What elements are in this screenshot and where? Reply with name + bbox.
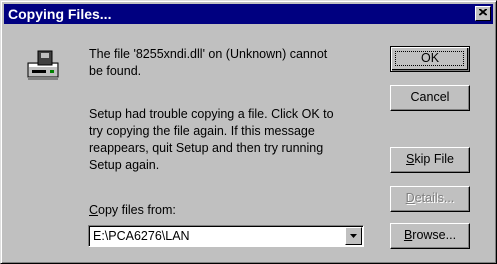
window-title: Copying Files... <box>8 6 112 22</box>
cancel-button[interactable]: Cancel <box>390 85 470 111</box>
title-bar: Copying Files... <box>4 4 493 24</box>
copy-files-from-value: E:\PCA6276\LAN <box>93 229 190 243</box>
browse-button[interactable]: Browse... <box>390 223 470 249</box>
ok-button[interactable]: OK <box>390 46 470 72</box>
skip-file-button[interactable]: Skip File <box>390 147 470 173</box>
instruction-message: Setup had trouble copying a file. Click … <box>89 107 334 172</box>
focus-rectangle <box>395 51 464 66</box>
close-icon <box>479 9 487 16</box>
dropdown-button[interactable] <box>345 227 362 245</box>
copying-files-dialog: Copying Files... The file '8255xndi.dll'… <box>0 0 497 264</box>
chevron-down-icon <box>350 234 357 238</box>
details-button: Details... <box>390 186 470 212</box>
copy-files-from-label: Copy files from: <box>89 203 176 217</box>
copy-files-from-combobox[interactable]: E:\PCA6276\LAN <box>88 225 364 247</box>
disk-drive-icon <box>27 50 59 80</box>
error-message: The file '8255xndi.dll' on (Unknown) can… <box>89 47 328 78</box>
close-button[interactable] <box>475 6 491 21</box>
